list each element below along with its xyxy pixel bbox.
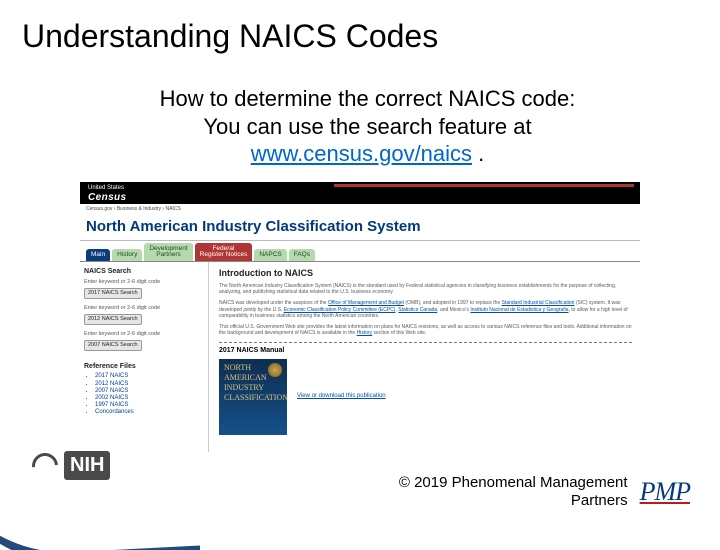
tab-development-partners[interactable]: Development Partners	[144, 243, 192, 262]
nih-logo: NIH	[32, 451, 110, 480]
search-2007-button[interactable]: 2007 NAICS Search	[84, 340, 142, 351]
census-topbar: United States Census	[80, 182, 640, 204]
tab-strip: Main History Development Partners Federa…	[80, 241, 640, 263]
intro-paragraph-3: This official U.S. Government Web site p…	[219, 324, 632, 337]
copyright-text: © 2019 Phenomenal Management Partners	[399, 474, 628, 510]
intro-paragraph-1: The North American Industry Classificati…	[219, 283, 632, 296]
search-2012-button[interactable]: 2012 NAICS Search	[84, 314, 142, 325]
ref-item[interactable]: 2012 NAICS	[95, 381, 204, 388]
swoosh-decoration	[0, 506, 200, 550]
inegi-link[interactable]: Instituto Nacional de Estadistica y Geog…	[470, 307, 568, 313]
ecpc-link[interactable]: Economic Classification Policy Committee…	[284, 307, 396, 313]
tab-napcs[interactable]: NAPCS	[254, 249, 286, 261]
intro-naics-heading: Introduction to NAICS	[219, 268, 632, 279]
intro-line1: How to determine the correct NAICS code:	[55, 85, 680, 113]
manual-section: 2017 NAICS Manual NORTH AMERICAN INDUSTR…	[219, 342, 632, 435]
intro-line2: You can use the search feature at	[55, 113, 680, 141]
manual-cover: NORTH AMERICAN INDUSTRY CLASSIFICATION	[219, 359, 287, 435]
omb-link[interactable]: Office of Management and Budget	[328, 300, 404, 306]
reference-files-title: Reference Files	[84, 363, 204, 371]
ref-item[interactable]: Concordances	[95, 409, 204, 416]
nih-arc-icon	[27, 447, 64, 484]
pmp-logo: PMP	[640, 477, 690, 507]
tab-federal-register[interactable]: Federal Register Notices	[195, 243, 253, 262]
ref-item[interactable]: 1997 NAICS	[95, 402, 204, 409]
statcan-link[interactable]: Statistics Canada	[398, 307, 437, 313]
seal-icon	[268, 363, 282, 377]
tab-history[interactable]: History	[112, 249, 142, 261]
topbar-small: United States	[88, 185, 124, 191]
tab-faqs[interactable]: FAQs	[289, 249, 315, 261]
reference-files-list: 2017 NAICS 2012 NAICS 2007 NAICS 2002 NA…	[84, 373, 204, 416]
footer: © 2019 Phenomenal Management Partners PM…	[399, 474, 690, 510]
nih-text: NIH	[64, 451, 110, 480]
search-hint-1: Enter keyword or 2-6 digit code	[84, 279, 204, 286]
tab-main[interactable]: Main	[86, 249, 110, 261]
intro-period: .	[472, 141, 484, 166]
manual-download-link[interactable]: View or download this publication	[297, 393, 386, 400]
intro-text: How to determine the correct NAICS code:…	[55, 85, 680, 168]
manual-title: 2017 NAICS Manual	[219, 347, 632, 355]
ref-item[interactable]: 2002 NAICS	[95, 395, 204, 402]
search-hint-3: Enter keyword or 2-6 digit code	[84, 331, 204, 338]
sic-link[interactable]: Standard Industrial Classification	[502, 300, 575, 306]
census-logo: Census	[88, 192, 127, 204]
intro-paragraph-2: NAICS was developed under the auspices o…	[219, 300, 632, 319]
ref-item[interactable]: 2017 NAICS	[95, 373, 204, 380]
topbar-red-line	[334, 184, 634, 187]
census-naics-link[interactable]: www.census.gov/naics	[251, 141, 472, 166]
ref-item[interactable]: 2007 NAICS	[95, 388, 204, 395]
search-hint-2: Enter keyword or 2-6 digit code	[84, 305, 204, 312]
census-screenshot: United States Census Census.gov › Busine…	[80, 182, 640, 452]
naics-search-title: NAICS Search	[84, 268, 204, 276]
history-link[interactable]: History	[357, 330, 373, 336]
slide-title: Understanding NAICS Codes	[0, 0, 720, 59]
search-2017-button[interactable]: 2017 NAICS Search	[84, 288, 142, 299]
left-sidebar: NAICS Search Enter keyword or 2-6 digit …	[80, 262, 208, 452]
main-content: Introduction to NAICS The North American…	[208, 262, 640, 452]
naics-heading: North American Industry Classification S…	[80, 212, 640, 241]
